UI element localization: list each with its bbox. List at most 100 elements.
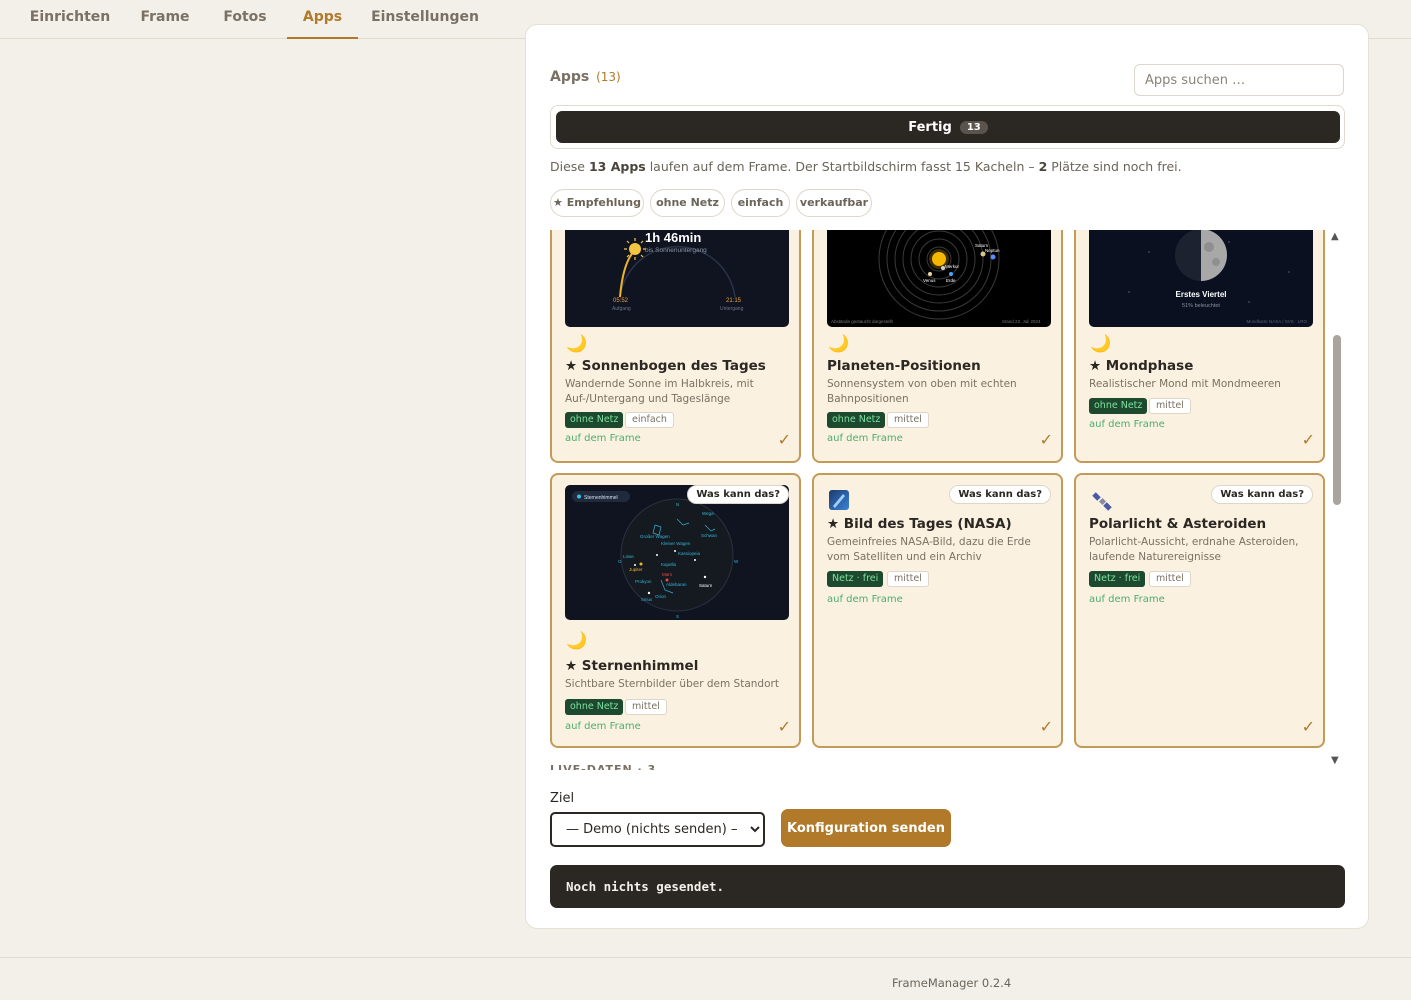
- app-description: Polarlicht-Aussicht, erdnahe Asteroiden,…: [1089, 536, 1299, 563]
- svg-text:Venus: Venus: [923, 278, 936, 283]
- what-can-it-do-button[interactable]: Was kann das?: [687, 485, 789, 504]
- level-tag: mittel: [1149, 571, 1191, 587]
- tab-einstellungen[interactable]: Einstellungen: [368, 0, 482, 39]
- sunset-time: 21:15: [726, 298, 742, 304]
- status-label: auf dem Frame: [565, 721, 641, 732]
- svg-text:Sternenhimmel: Sternenhimmel: [584, 495, 618, 501]
- svg-text:Wega: Wega: [702, 511, 714, 516]
- apps-heading: Apps (13): [550, 69, 621, 85]
- level-tag: mittel: [887, 412, 929, 428]
- svg-text:S: S: [676, 614, 679, 619]
- section-heading-live: LIVE-DATEN · 3: [550, 763, 657, 770]
- level-tag: mittel: [625, 699, 667, 715]
- check-icon: ✓: [1039, 717, 1053, 736]
- net-tag: Netz · frei: [1089, 571, 1146, 587]
- version-label: FrameManager 0.2.4: [892, 976, 1012, 990]
- moon-icon: 🌙: [566, 334, 588, 354]
- status-label: auf dem Frame: [565, 433, 641, 444]
- svg-text:Löwe: Löwe: [623, 554, 634, 559]
- app-card-sternenhimmel[interactable]: Sternenhimmel Wega Großer Wagen Kleiner …: [550, 473, 801, 748]
- svg-text:Abstände gestaucht dargestellt: Abstände gestaucht dargestellt: [831, 319, 894, 324]
- level-tag: mittel: [1149, 398, 1191, 414]
- app-preview: Erstes Viertel 51% beleuchtet Mondkarte …: [1089, 230, 1313, 327]
- app-grid: 1h 46min bis Sonnenuntergang 05:52 Aufga…: [550, 230, 1340, 770]
- app-card-polarlicht[interactable]: Was kann das? Polarlicht & Asteroiden Po…: [1074, 473, 1325, 748]
- status-label: auf dem Frame: [827, 433, 903, 444]
- app-description: Sichtbare Sternbilder über dem Standort: [565, 678, 779, 690]
- svg-text:Saturn: Saturn: [699, 583, 713, 588]
- net-tag: ohne Netz: [1089, 398, 1148, 414]
- tab-frame[interactable]: Frame: [130, 0, 200, 39]
- app-search-input[interactable]: [1134, 64, 1344, 96]
- app-card-sonnenbogen[interactable]: 1h 46min bis Sonnenuntergang 05:52 Aufga…: [550, 230, 801, 463]
- moon-icon: 🌙: [828, 334, 850, 354]
- tab-apps[interactable]: Apps: [287, 0, 358, 39]
- app-title: Planeten-Positionen: [827, 358, 981, 374]
- send-log: Noch nichts gesendet.: [550, 865, 1345, 908]
- svg-text:N: N: [676, 502, 679, 507]
- svg-text:Schwan: Schwan: [701, 533, 718, 538]
- level-tag: mittel: [887, 571, 929, 587]
- footer: FrameManager 0.2.4: [0, 957, 1411, 1000]
- done-tab-bar: Fertig 13: [550, 105, 1345, 149]
- app-description: Sonnensystem von oben mit echten Bahnpos…: [827, 378, 1017, 405]
- svg-text:Sirius: Sirius: [641, 597, 653, 602]
- apps-count: (13): [596, 70, 621, 84]
- check-icon: ✓: [1301, 717, 1315, 736]
- moon-icon: 🌙: [1090, 334, 1112, 354]
- svg-text:Stand 23. Juli 2024: Stand 23. Juli 2024: [1002, 319, 1041, 324]
- apps-label: Apps: [550, 69, 590, 85]
- done-label: Fertig: [908, 119, 952, 135]
- status-label: auf dem Frame: [1089, 594, 1165, 605]
- svg-text:Erstes Viertel: Erstes Viertel: [1176, 290, 1227, 299]
- status-label: auf dem Frame: [827, 594, 903, 605]
- svg-text:Aldebaran: Aldebaran: [666, 582, 687, 587]
- app-title: ★ Bild des Tages (NASA): [827, 516, 1012, 532]
- filter-chip-empfehlung[interactable]: ★ Empfehlung: [550, 189, 644, 217]
- tab-einrichten[interactable]: Einrichten: [22, 0, 118, 39]
- tab-fotos[interactable]: Fotos: [212, 0, 278, 39]
- app-description: Realistischer Mond mit Mondmeeren: [1089, 378, 1281, 390]
- scroll-down-icon[interactable]: ▼: [1331, 755, 1339, 766]
- moon-icon: 🌙: [566, 631, 588, 651]
- scrollbar-thumb[interactable]: [1333, 335, 1341, 505]
- app-title: Polarlicht & Asteroiden: [1089, 516, 1267, 532]
- app-preview: Sternenhimmel Wega Großer Wagen Kleiner …: [565, 485, 789, 620]
- filter-chip-verkaufbar[interactable]: verkaufbar: [796, 189, 872, 217]
- svg-text:Neptun: Neptun: [985, 248, 1000, 253]
- svg-text:Mondkarte NASA / SVS · LRO: Mondkarte NASA / SVS · LRO: [1246, 319, 1307, 324]
- check-icon: ✓: [1039, 430, 1053, 449]
- filter-chip-ohne-netz[interactable]: ohne Netz: [650, 189, 725, 217]
- svg-text:Kassiopeia: Kassiopeia: [678, 551, 701, 556]
- satellite-icon: [1091, 490, 1113, 512]
- apps-panel: Apps (13) Fertig 13 Diese 13 Apps laufen…: [525, 24, 1369, 929]
- sun-remaining-label: bis Sonnenuntergang: [645, 247, 707, 254]
- what-can-it-do-button[interactable]: Was kann das?: [949, 485, 1051, 504]
- app-title: ★ Sternenhimmel: [565, 658, 699, 674]
- app-title: ★ Mondphase: [1089, 358, 1194, 374]
- svg-text:Prokyon: Prokyon: [635, 579, 652, 584]
- app-card-mondphase[interactable]: Erstes Viertel 51% beleuchtet Mondkarte …: [1074, 230, 1325, 463]
- sunrise-time: 05:52: [613, 298, 629, 304]
- svg-text:Kleiner Wagen: Kleiner Wagen: [661, 541, 691, 546]
- sunset-label: Untergang: [720, 306, 744, 312]
- nasa-image-icon: [829, 490, 849, 510]
- net-tag: ohne Netz: [565, 699, 624, 715]
- what-can-it-do-button[interactable]: Was kann das?: [1211, 485, 1313, 504]
- capacity-info: Diese 13 Apps laufen auf dem Frame. Der …: [550, 159, 1182, 174]
- send-config-button[interactable]: Konfiguration senden: [781, 809, 951, 847]
- net-tag: Netz · frei: [827, 571, 884, 587]
- filter-chip-einfach[interactable]: einfach: [731, 189, 790, 217]
- svg-text:O: O: [618, 559, 622, 564]
- scroll-up-icon[interactable]: ▲: [1331, 231, 1339, 242]
- svg-text:W: W: [734, 559, 739, 564]
- target-select[interactable]: — Demo (nichts senden) —: [550, 812, 765, 847]
- app-card-bild-des-tages[interactable]: Was kann das? ★ Bild des Tages (NASA) Ge…: [812, 473, 1063, 748]
- svg-text:Erde: Erde: [946, 278, 956, 283]
- target-label: Ziel: [550, 791, 575, 806]
- app-card-planeten[interactable]: Merkur Venus Erde Saturn Neptun Abstände…: [812, 230, 1063, 463]
- svg-text:Mars: Mars: [662, 572, 673, 577]
- status-label: auf dem Frame: [1089, 419, 1165, 430]
- net-tag: ohne Netz: [565, 412, 624, 428]
- done-filter-button[interactable]: Fertig 13: [556, 111, 1340, 143]
